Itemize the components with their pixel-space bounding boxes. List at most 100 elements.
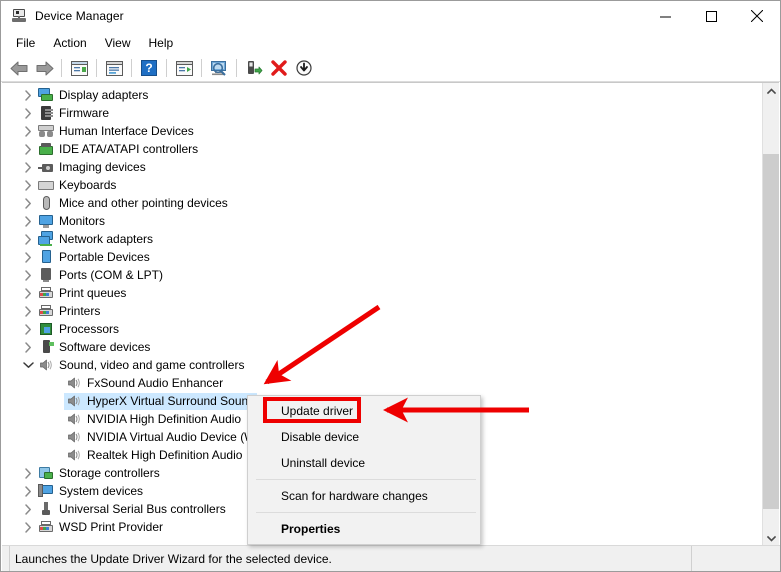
chevron-right-icon[interactable]	[20, 464, 36, 482]
chevron-right-icon[interactable]	[20, 320, 36, 338]
chevron-right-icon[interactable]	[20, 482, 36, 500]
chevron-right-icon[interactable]	[20, 500, 36, 518]
chevron-right-icon[interactable]	[20, 212, 36, 230]
tree-item-content[interactable]: Storage controllers	[36, 465, 162, 482]
tree-item-content[interactable]: Firmware	[36, 105, 111, 122]
tree-item[interactable]: Imaging devices	[2, 158, 758, 176]
tree-item[interactable]: Processors	[2, 320, 758, 338]
tree-item[interactable]: Network adapters	[2, 230, 758, 248]
status-segment-left	[2, 545, 10, 571]
tree-item-content[interactable]: Realtek High Definition Audio	[64, 447, 244, 464]
tree-item[interactable]: Monitors	[2, 212, 758, 230]
tree-item-content[interactable]: Keyboards	[36, 177, 118, 194]
tree-item[interactable]: Ports (COM & LPT)	[2, 266, 758, 284]
context-menu-item[interactable]: Uninstall device	[248, 450, 480, 476]
tree-item[interactable]: Printers	[2, 302, 758, 320]
tree-item-content[interactable]: Monitors	[36, 213, 107, 230]
tree-item[interactable]: Portable Devices	[2, 248, 758, 266]
close-button[interactable]	[734, 1, 780, 31]
tree-item[interactable]: IDE ATA/ATAPI controllers	[2, 140, 758, 158]
chevron-right-icon[interactable]	[20, 104, 36, 122]
forward-icon[interactable]	[32, 57, 56, 80]
tree-item-content[interactable]: Sound, video and game controllers	[36, 357, 246, 374]
speaker-icon	[66, 447, 82, 463]
tree-item-content[interactable]: Human Interface Devices	[36, 123, 196, 140]
tree-item-content[interactable]: NVIDIA Virtual Audio Device (W	[64, 429, 258, 446]
chevron-right-icon[interactable]	[20, 302, 36, 320]
scan-for-hardware-changes-icon[interactable]	[207, 57, 231, 80]
tree-item-content[interactable]: Software devices	[36, 339, 152, 356]
scroll-up-arrow[interactable]	[763, 83, 779, 100]
tree-item-content[interactable]: Mice and other pointing devices	[36, 195, 230, 212]
status-bar: Launches the Update Driver Wizard for th…	[2, 545, 780, 571]
tree-item-content[interactable]: HyperX Virtual Surround Sound	[64, 392, 257, 410]
tree-item-content[interactable]: Portable Devices	[36, 249, 152, 266]
tree-item-content[interactable]: NVIDIA High Definition Audio	[64, 411, 243, 428]
toolbar: ?	[1, 55, 780, 82]
tree-item-content[interactable]: FxSound Audio Enhancer	[64, 375, 225, 392]
context-menu-item[interactable]: Scan for hardware changes	[248, 483, 480, 509]
tree-item-content[interactable]: Ports (COM & LPT)	[36, 267, 165, 284]
update-driver-icon[interactable]	[172, 57, 196, 80]
tree-item[interactable]: Keyboards	[2, 176, 758, 194]
menu-view[interactable]: View	[96, 33, 140, 53]
chevron-right-icon[interactable]	[20, 86, 36, 104]
menu-bar: File Action View Help	[1, 31, 780, 55]
chevron-right-icon[interactable]	[20, 194, 36, 212]
chevron-right-icon[interactable]	[20, 266, 36, 284]
tree-item[interactable]: Human Interface Devices	[2, 122, 758, 140]
chevron-right-icon[interactable]	[20, 518, 36, 536]
uninstall-device-icon[interactable]	[267, 57, 291, 80]
context-menu-item[interactable]: Properties	[248, 516, 480, 542]
network-adapter-icon	[38, 231, 54, 247]
tree-item-label: Monitors	[59, 213, 106, 228]
chevron-right-icon[interactable]	[20, 122, 36, 140]
chevron-right-icon[interactable]	[20, 248, 36, 266]
disable-device-icon[interactable]	[292, 57, 316, 80]
tree-item-content[interactable]: Universal Serial Bus controllers	[36, 501, 228, 518]
scroll-down-arrow[interactable]	[763, 530, 779, 546]
tree-item[interactable]: FxSound Audio Enhancer	[2, 374, 758, 392]
enable-device-icon[interactable]	[242, 57, 266, 80]
minimize-button[interactable]	[642, 1, 688, 31]
tree-item-content[interactable]: System devices	[36, 483, 145, 500]
menu-file[interactable]: File	[7, 33, 44, 53]
menu-help[interactable]: Help	[140, 33, 183, 53]
tree-item[interactable]: Mice and other pointing devices	[2, 194, 758, 212]
printer-icon	[38, 519, 54, 535]
chevron-right-icon[interactable]	[20, 140, 36, 158]
chevron-right-icon[interactable]	[20, 158, 36, 176]
chevron-right-icon[interactable]	[20, 176, 36, 194]
chevron-right-icon[interactable]	[20, 338, 36, 356]
chevron-right-icon[interactable]	[20, 284, 36, 302]
menu-action[interactable]: Action	[44, 33, 95, 53]
tree-item-content[interactable]: WSD Print Provider	[36, 519, 165, 536]
tree-item[interactable]: Sound, video and game controllers	[2, 356, 758, 374]
help-icon[interactable]: ?	[137, 57, 161, 80]
vertical-scrollbar[interactable]	[762, 83, 779, 546]
back-icon[interactable]	[7, 57, 31, 80]
tree-item[interactable]: Display adapters	[2, 86, 758, 104]
tree-item[interactable]: Print queues	[2, 284, 758, 302]
tree-item-content[interactable]: Printers	[36, 303, 102, 320]
tree-item[interactable]: Software devices	[2, 338, 758, 356]
context-menu-item[interactable]: Disable device	[248, 424, 480, 450]
scrollbar-thumb[interactable]	[763, 154, 779, 509]
tree-item-label: Sound, video and game controllers	[59, 357, 245, 372]
tree-item-content[interactable]: Display adapters	[36, 87, 150, 104]
tree-item-label: HyperX Virtual Surround Sound	[87, 393, 255, 408]
chevron-down-icon[interactable]	[20, 356, 36, 374]
tree-item-content[interactable]: Print queues	[36, 285, 128, 302]
tree-item-label: NVIDIA High Definition Audio	[87, 411, 242, 426]
properties-icon[interactable]	[102, 57, 126, 80]
tree-item-content[interactable]: IDE ATA/ATAPI controllers	[36, 141, 200, 158]
tree-item-content[interactable]: Imaging devices	[36, 159, 148, 176]
tree-item[interactable]: Firmware	[2, 104, 758, 122]
tree-item-content[interactable]: Network adapters	[36, 231, 155, 248]
tree-item-label: Storage controllers	[59, 465, 160, 480]
maximize-button[interactable]	[688, 1, 734, 31]
show-hide-console-tree-icon[interactable]	[67, 57, 91, 80]
usb-controller-icon	[38, 501, 54, 517]
tree-item-content[interactable]: Processors	[36, 321, 121, 338]
chevron-right-icon[interactable]	[20, 230, 36, 248]
